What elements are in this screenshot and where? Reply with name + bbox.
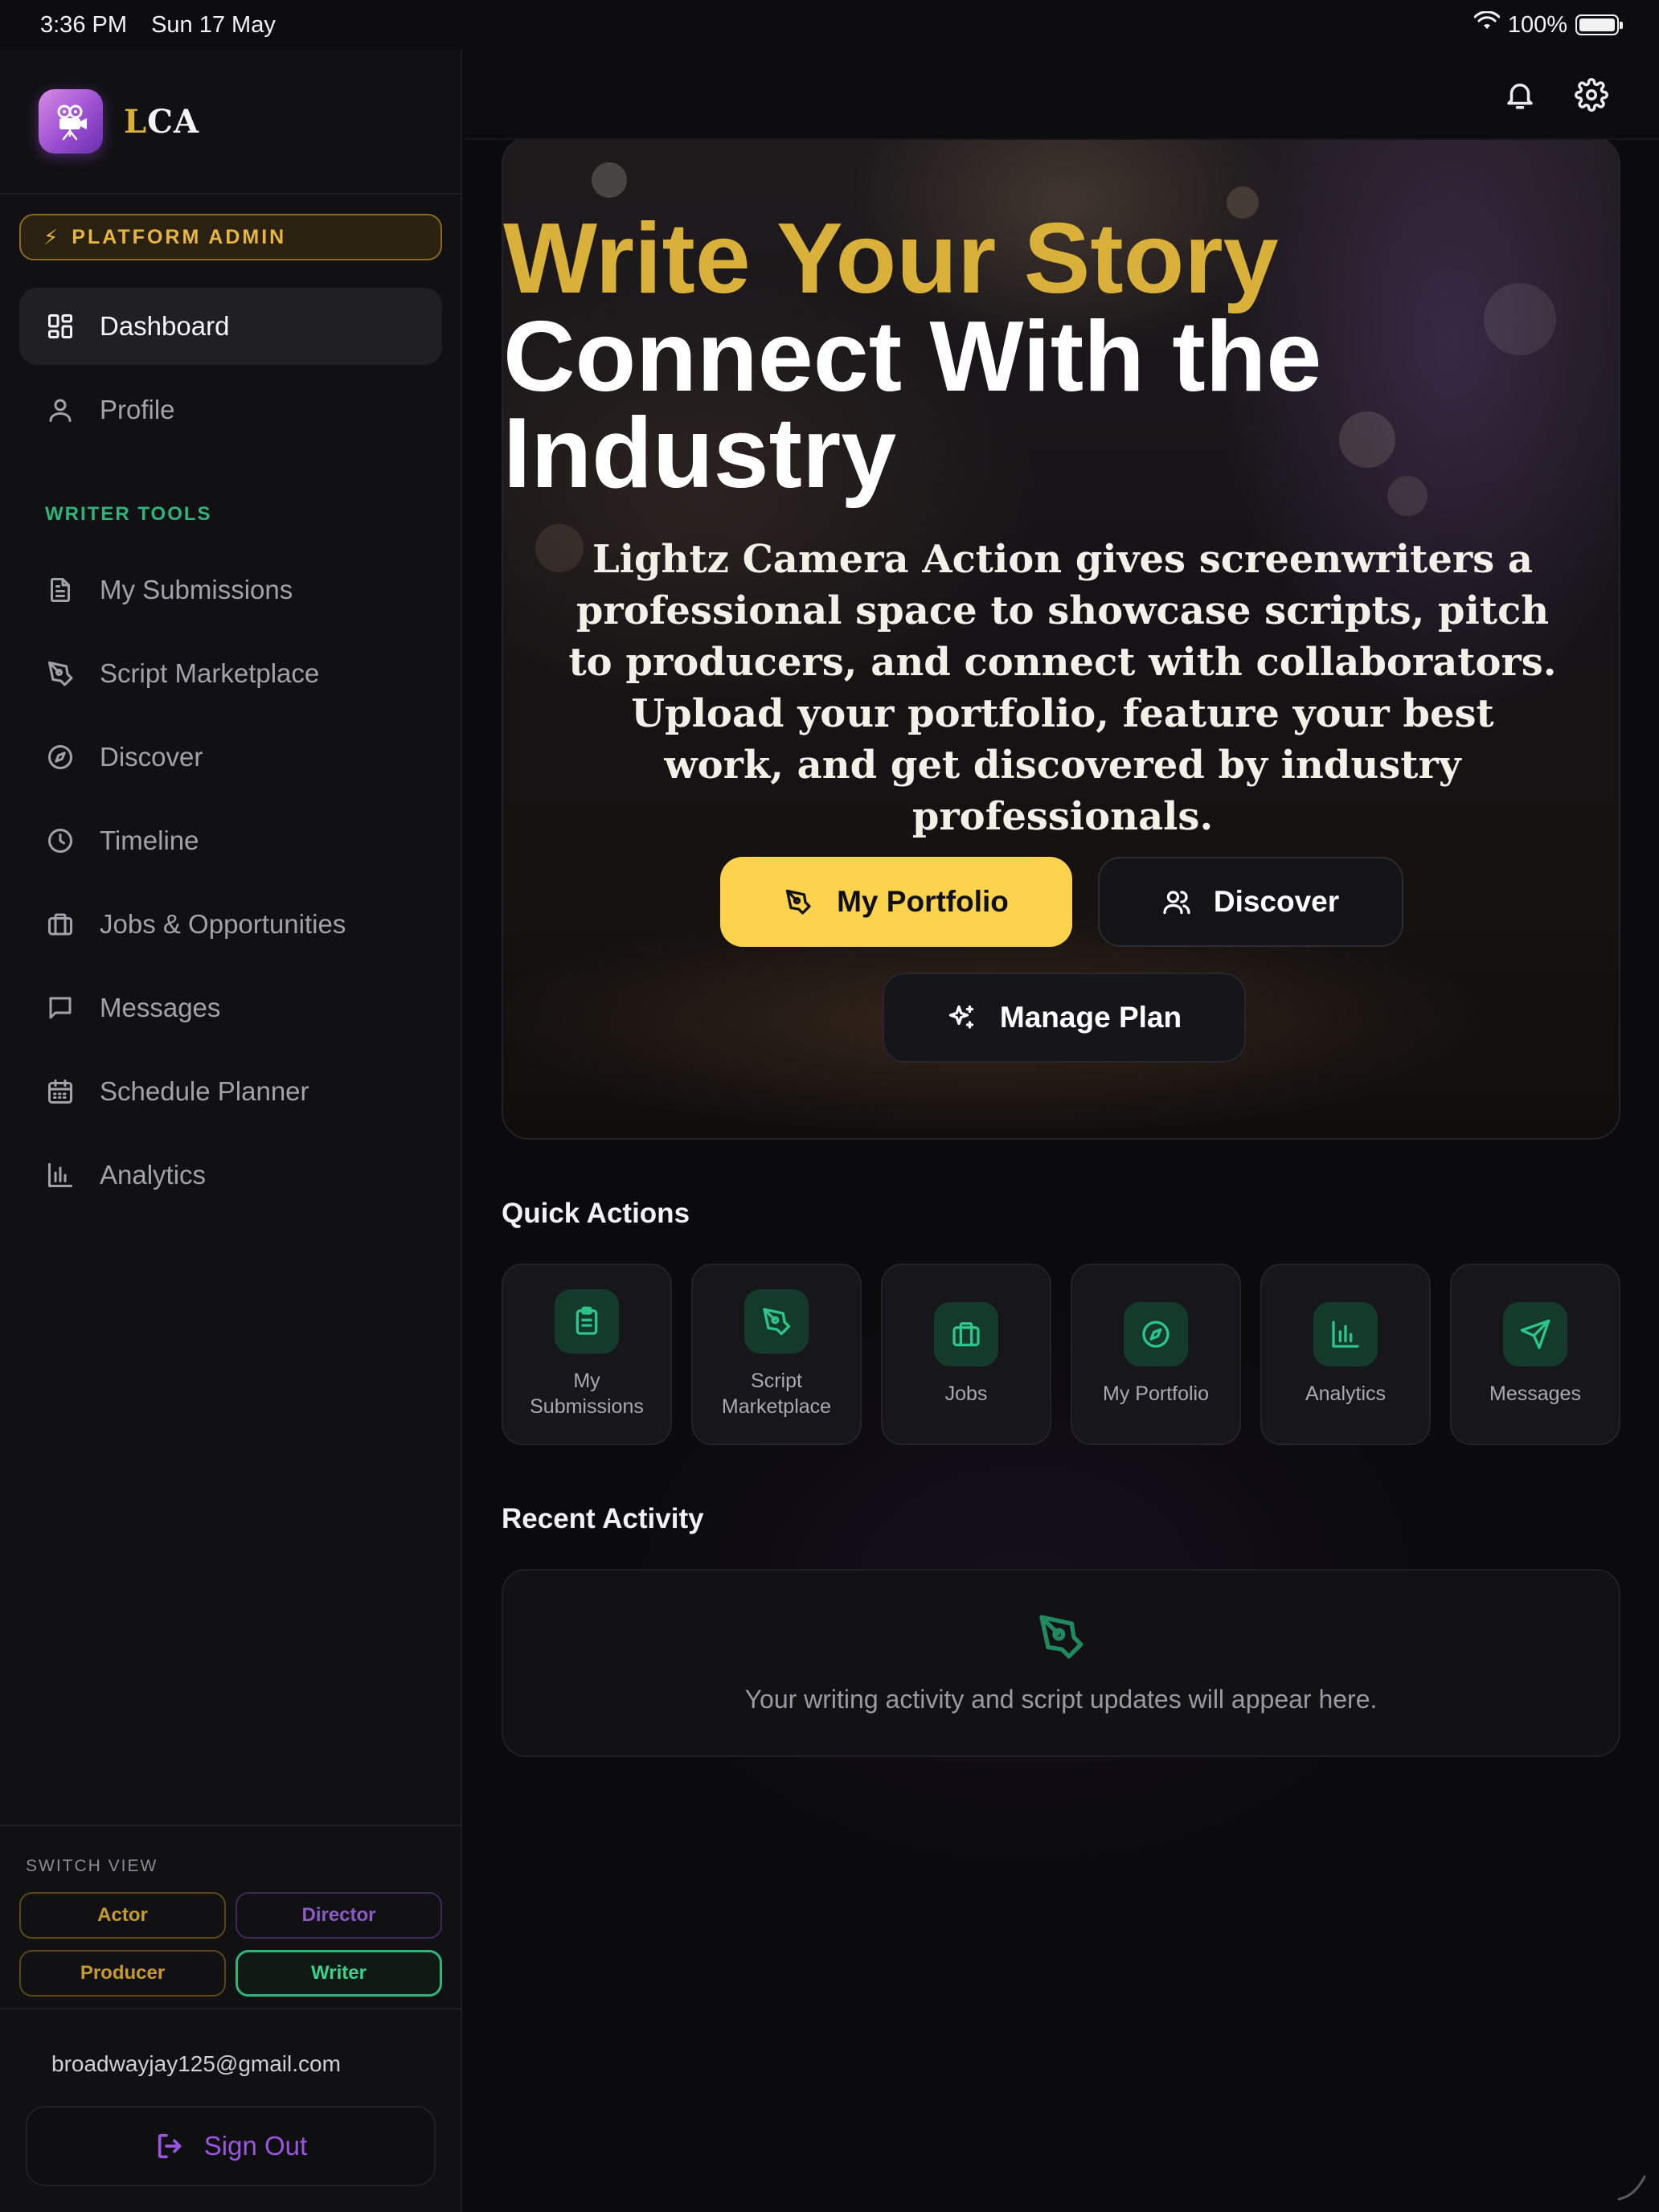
dashboard-icon [45,311,76,342]
bar-chart-icon [1313,1302,1378,1366]
nav-discover[interactable]: Discover [19,719,442,796]
admin-badge-label: PLATFORM ADMIN [72,225,287,248]
bar-chart-icon [45,1160,76,1190]
nav-analytics[interactable]: Analytics [19,1137,442,1214]
clipboard-icon [555,1289,619,1354]
nav-label: Timeline [100,825,199,855]
top-bar [464,50,1659,140]
divider [0,2008,461,2009]
section-label-writer-tools: WRITER TOOLS [45,503,212,525]
quick-action-label: My Submissions [530,1370,644,1418]
compass-icon [45,742,76,772]
quick-action-script-marketplace[interactable]: Script Marketplace [691,1264,862,1445]
hero-description: Lightz Camera Action gives screenwriters… [568,537,1557,839]
camera-logo-icon [39,89,103,154]
hero-banner: Write Your Story Connect With the Indust… [502,137,1620,1140]
battery-icon [1575,14,1623,35]
quick-action-label: Script Marketplace [721,1370,832,1418]
hero-title-line2: Connect With the [503,301,1322,412]
send-icon [1503,1302,1567,1366]
nav-schedule-planner[interactable]: Schedule Planner [19,1053,442,1130]
quick-action-analytics[interactable]: Analytics [1260,1264,1431,1445]
status-date: Sun 17 May [151,11,276,38]
nav-jobs-opportunities[interactable]: Jobs & Opportunities [19,886,442,963]
nav-dashboard[interactable]: Dashboard [19,288,442,365]
sign-out-icon [158,2133,182,2159]
manage-plan-label: Manage Plan [999,1001,1182,1034]
quick-action-my-submissions[interactable]: My Submissions [502,1264,672,1445]
message-icon [45,993,76,1023]
sign-out-button[interactable]: Sign Out [26,2106,436,2186]
gear-icon[interactable] [1572,76,1611,114]
nav-label: Jobs & Opportunities [100,909,346,939]
nav-script-marketplace[interactable]: Script Marketplace [19,635,442,712]
nav-label: Discover [100,742,203,772]
wifi-icon [1473,10,1501,39]
user-icon [45,395,76,425]
brand-name: LCA [124,102,199,141]
sparkles-icon [948,1005,974,1029]
quick-actions-title: Quick Actions [502,1198,690,1229]
platform-admin-badge[interactable]: ⚡ PLATFORM ADMIN [19,214,442,260]
recent-activity-panel: Your writing activity and script updates… [502,1569,1620,1757]
nav-label: Profile [100,395,175,424]
nav-profile[interactable]: Profile [19,371,442,449]
my-portfolio-label: My Portfolio [837,885,1009,918]
hero-title-line3: Industry [503,398,897,509]
users-icon [1163,891,1190,915]
switch-director-button[interactable]: Director [236,1892,442,1939]
discover-button[interactable]: Discover [1098,857,1403,947]
pen-nib-icon [1035,1611,1087,1662]
briefcase-icon [934,1302,998,1366]
quick-action-jobs[interactable]: Jobs [881,1264,1051,1445]
nav-label: My Submissions [100,575,293,604]
nav-label: Schedule Planner [100,1076,309,1106]
recent-activity-title: Recent Activity [502,1503,704,1534]
compass-icon [1124,1302,1188,1366]
status-time: 3:36 PM [40,11,127,38]
switch-writer-button[interactable]: Writer [236,1950,442,1997]
recent-activity-empty-text: Your writing activity and script updates… [744,1685,1378,1714]
quick-action-my-portfolio[interactable]: My Portfolio [1071,1264,1241,1445]
quick-action-label: Messages [1489,1382,1581,1405]
document-icon [45,575,76,605]
lightning-icon: ⚡ [43,224,61,249]
nav-messages[interactable]: Messages [19,969,442,1047]
nav-label: Script Marketplace [100,658,320,688]
quick-action-label: Jobs [944,1382,988,1405]
discover-label: Discover [1213,885,1340,918]
nav-my-submissions[interactable]: My Submissions [19,551,442,629]
pen-nib-icon [744,1289,809,1354]
resize-handle-icon [1611,2165,1649,2204]
bell-icon[interactable] [1501,76,1539,114]
switch-producer-button[interactable]: Producer [19,1950,226,1997]
calendar-icon [45,1076,76,1107]
battery-percent: 100% [1507,11,1567,38]
nav-label: Analytics [100,1160,207,1190]
switch-view-panel: SWITCH VIEW Actor Director Producer Writ… [0,1825,461,1997]
switch-view-label: SWITCH VIEW [26,1857,158,1875]
quick-action-label: Analytics [1305,1382,1387,1405]
quick-action-label: My Portfolio [1103,1382,1209,1405]
brand[interactable]: LCA [0,50,461,195]
briefcase-icon [45,909,76,940]
switch-actor-button[interactable]: Actor [19,1892,226,1939]
nav-label: Messages [100,993,221,1022]
nav-timeline[interactable]: Timeline [19,802,442,879]
manage-plan-button[interactable]: Manage Plan [883,973,1246,1063]
user-email: broadwayjay125@gmail.com [51,2051,341,2076]
status-bar: 3:36 PM Sun 17 May 100% [0,0,1659,50]
clock-icon [45,825,76,856]
quick-action-messages[interactable]: Messages [1450,1264,1620,1445]
sign-out-label: Sign Out [203,2131,308,2161]
my-portfolio-button[interactable]: My Portfolio [720,857,1072,947]
pen-nib-icon [45,658,76,689]
hero-title-gold: Write Your Story [503,203,1279,314]
pen-nib-icon [785,889,811,915]
nav-label: Dashboard [100,311,230,341]
